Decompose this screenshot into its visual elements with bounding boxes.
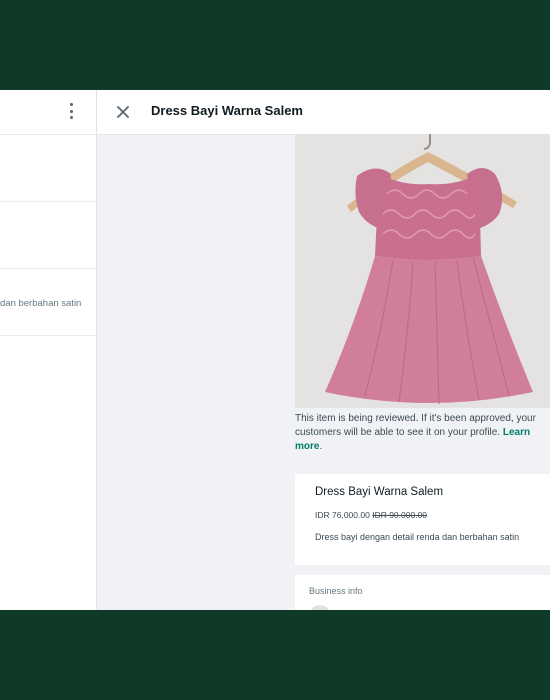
kebab-menu-icon[interactable] <box>66 103 76 119</box>
product-detail: This item is being reviewed. If it's bee… <box>295 134 550 610</box>
business-info-label: Business info <box>309 586 363 596</box>
product-image[interactable] <box>295 134 550 408</box>
catalog-item-header: Dress Bayi Warna Salem <box>97 90 550 135</box>
chat-list-pane: dan berbahan satin <box>0 90 97 610</box>
current-price: IDR 76,000.00 <box>315 510 370 520</box>
list-item[interactable] <box>0 202 96 269</box>
product-info-card: Dress Bayi Warna Salem IDR 76,000.00 IDR… <box>295 474 550 565</box>
avatar <box>309 605 331 610</box>
product-name: Dress Bayi Warna Salem <box>315 486 444 498</box>
list-item-snippet: dan berbahan satin <box>0 298 82 309</box>
chat-list-header <box>0 90 96 135</box>
business-info-card: Business info <box>295 575 550 610</box>
page-title: Dress Bayi Warna Salem <box>151 103 303 118</box>
whatsapp-business-window: dan berbahan satin Dress Bayi Warna Sale… <box>0 90 550 610</box>
product-price: IDR 76,000.00 IDR 90.000.00 <box>315 510 427 520</box>
original-price: IDR 90.000.00 <box>372 510 428 520</box>
review-notice-text: This item is being reviewed. If it's bee… <box>295 413 536 438</box>
list-item[interactable] <box>0 135 96 202</box>
product-description: Dress bayi dengan detail renda dan berba… <box>315 532 520 542</box>
review-notice: This item is being reviewed. If it's bee… <box>295 413 536 452</box>
close-icon[interactable] <box>115 104 131 120</box>
